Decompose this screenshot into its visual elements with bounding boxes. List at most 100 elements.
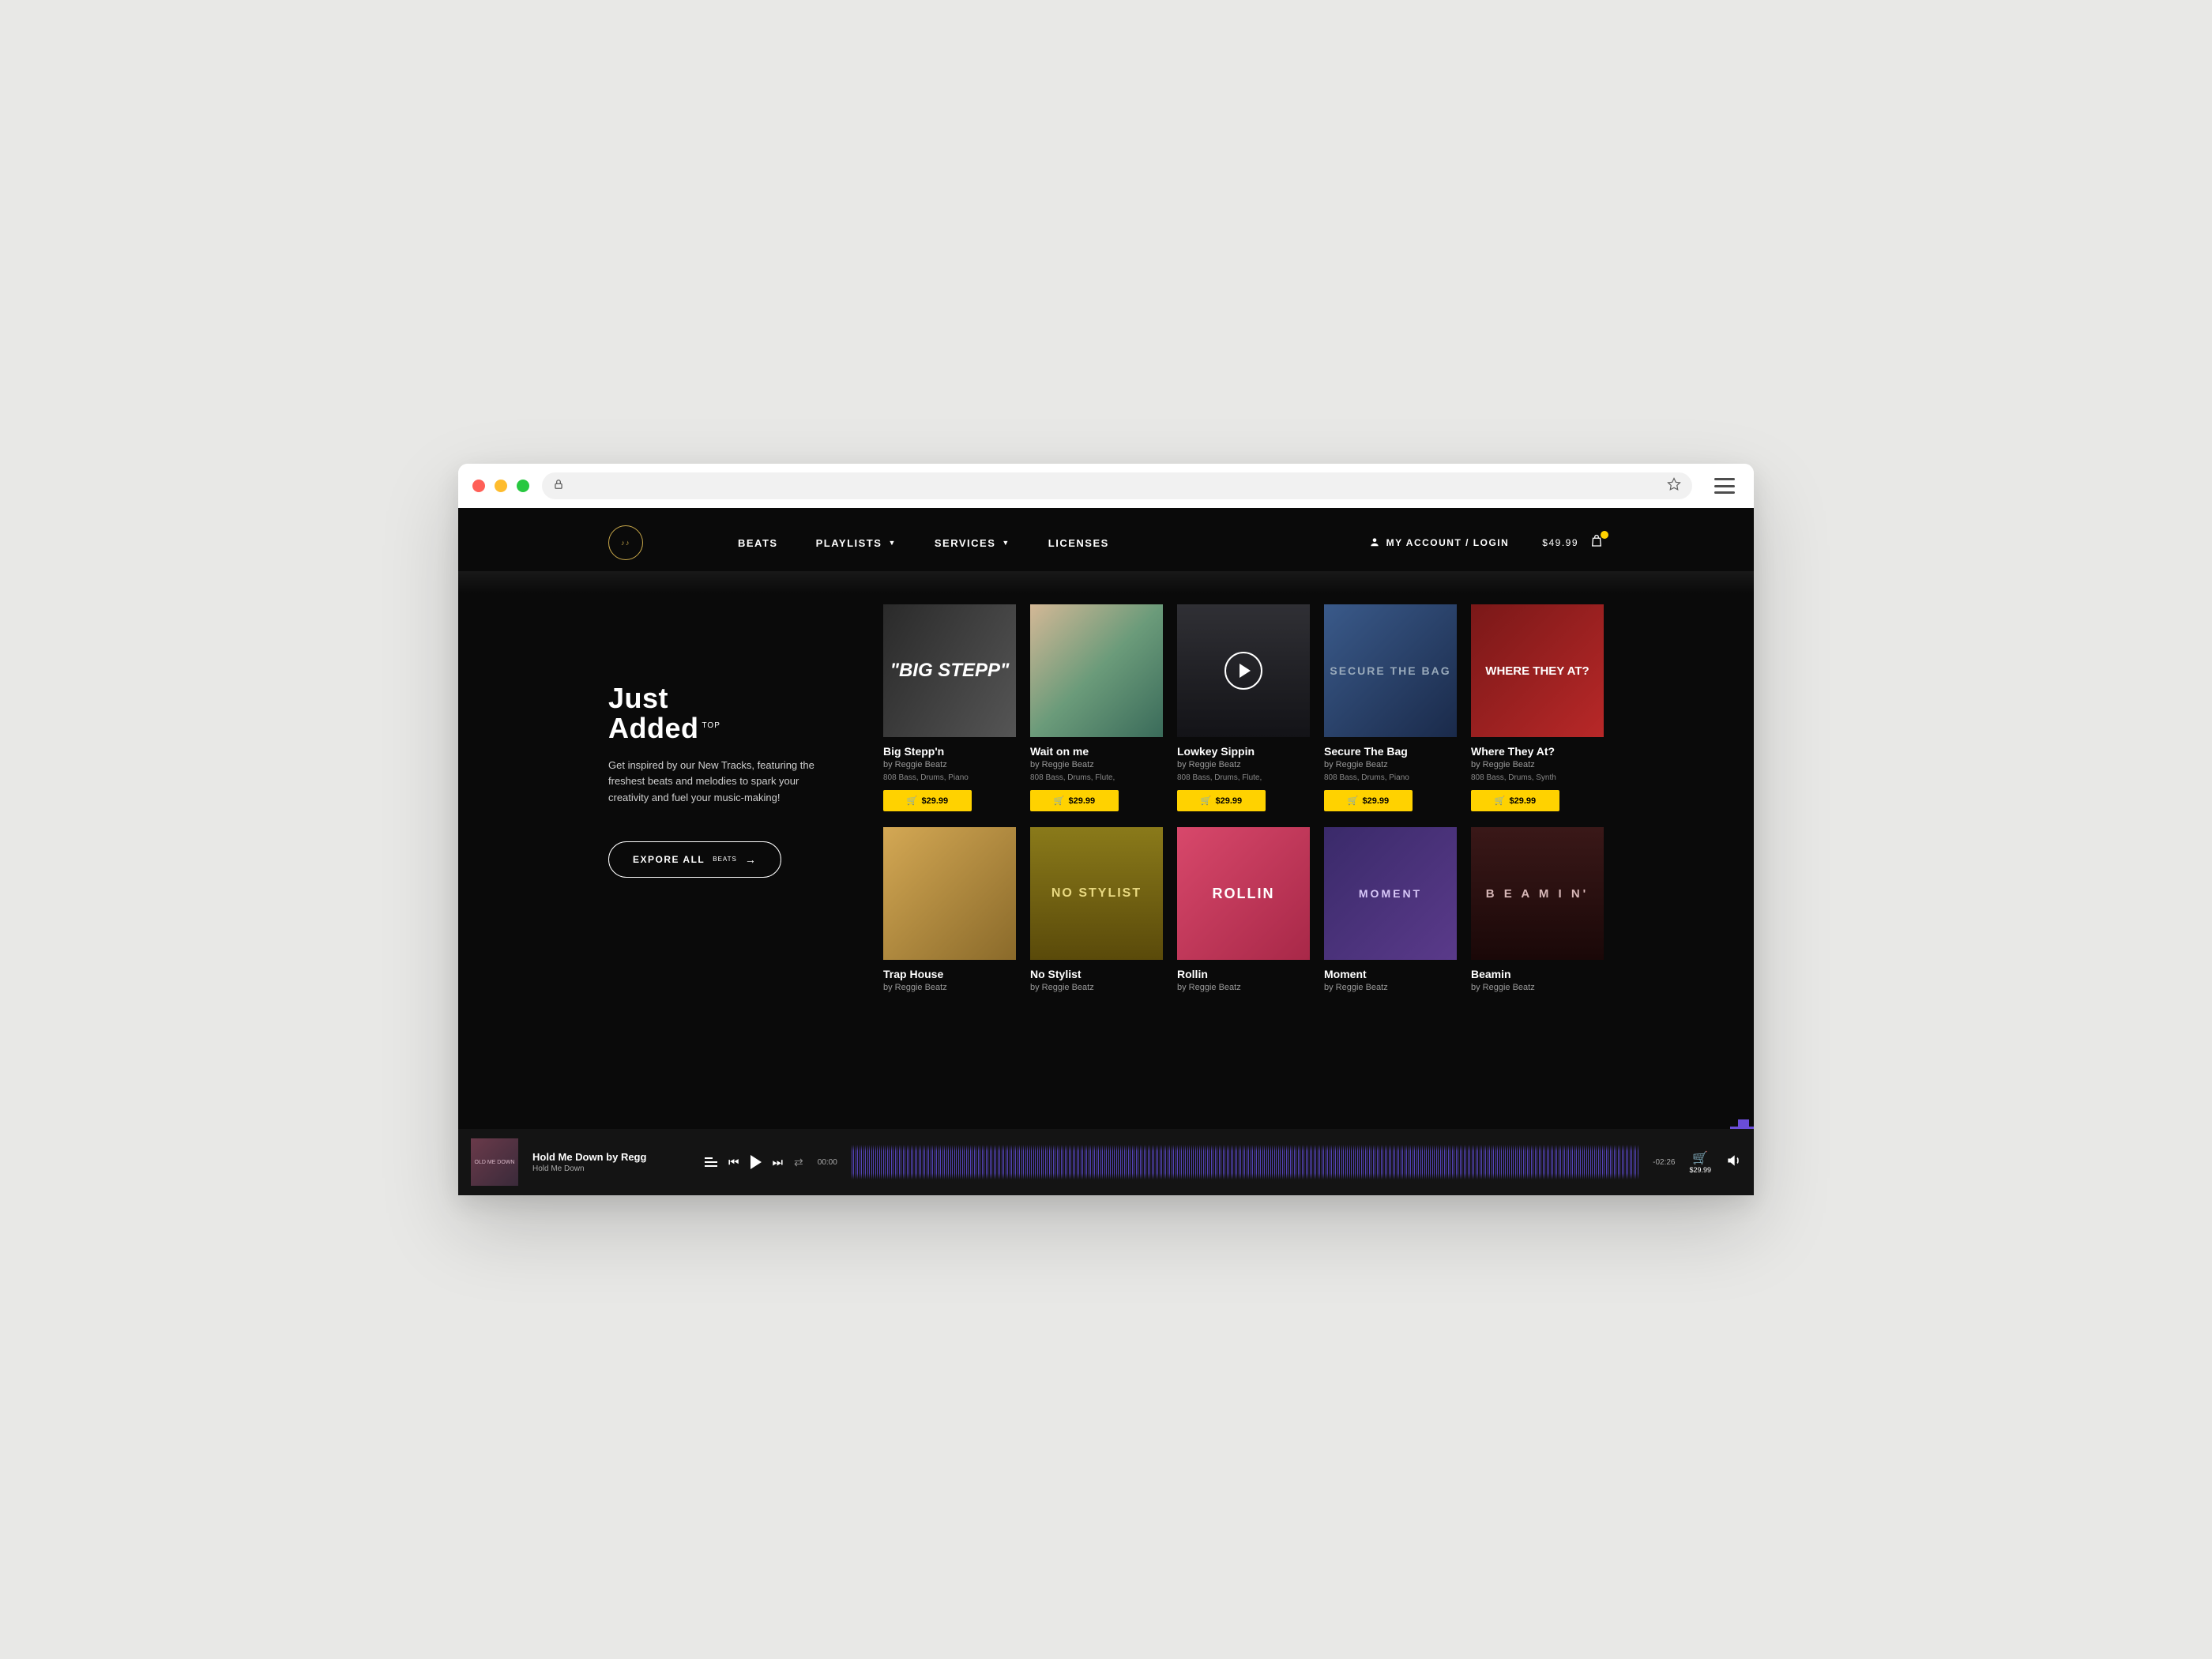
- player-track-info: Hold Me Down by Regg Hold Me Down: [532, 1151, 690, 1173]
- track-artist[interactable]: by Reggie Beatz: [883, 760, 1016, 769]
- logo[interactable]: ♪♪: [608, 525, 643, 560]
- track-artist[interactable]: by Reggie Beatz: [1324, 983, 1457, 992]
- track-artist[interactable]: by Reggie Beatz: [1030, 760, 1163, 769]
- player-right: 🛒 $29.99: [1689, 1150, 1741, 1174]
- track-artwork[interactable]: NO STYLIST: [1030, 827, 1163, 960]
- chevron-down-icon: ▼: [888, 539, 896, 547]
- next-track-icon[interactable]: ⏭: [773, 1156, 784, 1169]
- track-artist[interactable]: by Reggie Beatz: [1471, 760, 1604, 769]
- track-title[interactable]: Wait on me: [1030, 745, 1163, 758]
- track-title[interactable]: Lowkey Sippin: [1177, 745, 1310, 758]
- track-title[interactable]: Secure The Bag: [1324, 745, 1457, 758]
- track-card: MOMENT Moment by Reggie Beatz: [1324, 827, 1457, 992]
- site-content: ♪♪ BEATS PLAYLISTS▼ SERVICES ▼ LICENSES M…: [458, 508, 1754, 1195]
- price-label: $29.99: [1216, 796, 1243, 806]
- track-title[interactable]: Rollin: [1177, 968, 1310, 980]
- player-buy-button[interactable]: 🛒 $29.99: [1689, 1150, 1711, 1174]
- player-track-title: Hold Me Down by Regg: [532, 1151, 690, 1163]
- track-artwork[interactable]: MOMENT: [1324, 827, 1457, 960]
- cart-icon: 🛒: [907, 796, 918, 806]
- track-title[interactable]: Big Stepp'n: [883, 745, 1016, 758]
- queue-icon[interactable]: [705, 1157, 717, 1167]
- button-sublabel: BEATS: [713, 856, 737, 863]
- play-circle-icon: [1224, 652, 1262, 690]
- cart-icon: 🛒: [1348, 796, 1359, 806]
- track-artwork[interactable]: "BIG STEPP": [883, 604, 1016, 737]
- play-icon[interactable]: [750, 1155, 762, 1169]
- cover-text: "BIG STEPP": [890, 660, 1010, 682]
- buy-button[interactable]: 🛒 $29.99: [883, 790, 972, 811]
- buy-button[interactable]: 🛒 $29.99: [1177, 790, 1266, 811]
- track-title[interactable]: Beamin: [1471, 968, 1604, 980]
- cart-icon: 🛒: [1054, 796, 1065, 806]
- nav-label: SERVICES: [935, 537, 996, 549]
- shuffle-icon[interactable]: ⇄: [794, 1156, 803, 1169]
- player-price: $29.99: [1689, 1166, 1711, 1174]
- cart-area[interactable]: $49.99: [1542, 534, 1604, 552]
- track-title[interactable]: Where They At?: [1471, 745, 1604, 758]
- track-title[interactable]: No Stylist: [1030, 968, 1163, 980]
- minimize-window-icon[interactable]: [495, 480, 507, 492]
- player-artwork[interactable]: OLD ME DOWN: [471, 1138, 518, 1186]
- price-label: $29.99: [1363, 796, 1390, 806]
- track-card: "BIG STEPP"Big Stepp'nby Reggie Beatz808…: [883, 604, 1016, 811]
- url-bar[interactable]: [542, 472, 1692, 499]
- play-overlay[interactable]: [1177, 604, 1310, 737]
- window-controls: [472, 480, 529, 492]
- cart-badge: [1601, 531, 1608, 539]
- track-tags: 808 Bass, Drums, Flute,: [1030, 773, 1163, 782]
- chevron-down-icon: ▼: [1002, 539, 1010, 547]
- price-label: $29.99: [1510, 796, 1537, 806]
- cover-text: SECURE THE BAG: [1330, 664, 1450, 677]
- track-artwork[interactable]: B E A M I N': [1471, 827, 1604, 960]
- cart-icon: 🛒: [1692, 1150, 1708, 1166]
- explore-all-button[interactable]: EXPORE ALL BEATS →: [608, 841, 781, 878]
- previous-track-icon[interactable]: ⏮: [728, 1156, 739, 1169]
- track-artwork[interactable]: [1177, 604, 1310, 737]
- track-card: ROLLIN Rollin by Reggie Beatz: [1177, 827, 1310, 992]
- track-artwork[interactable]: WHERE THEY AT?: [1471, 604, 1604, 737]
- track-artwork[interactable]: [1030, 604, 1163, 737]
- track-card: B E A M I N' Beamin by Reggie Beatz: [1471, 827, 1604, 992]
- track-artist[interactable]: by Reggie Beatz: [1177, 983, 1310, 992]
- track-artist[interactable]: by Reggie Beatz: [1471, 983, 1604, 992]
- track-artwork[interactable]: [883, 827, 1016, 960]
- price-label: $29.99: [1069, 796, 1096, 806]
- cart-icon: 🛒: [1201, 796, 1212, 806]
- nav-services[interactable]: SERVICES ▼: [935, 537, 1010, 549]
- nav-playlists[interactable]: PLAYLISTS▼: [816, 537, 897, 549]
- track-card: Wait on me by Reggie Beatz 808 Bass, Drums…: [1030, 604, 1163, 811]
- close-window-icon[interactable]: [472, 480, 485, 492]
- buy-button[interactable]: 🛒 $29.99: [1030, 790, 1119, 811]
- track-title[interactable]: Trap House: [883, 968, 1016, 980]
- track-title[interactable]: Moment: [1324, 968, 1457, 980]
- track-card: SECURE THE BAG Secure The Bag by Reggie Be…: [1324, 604, 1457, 811]
- track-artwork[interactable]: ROLLIN: [1177, 827, 1310, 960]
- buy-button[interactable]: 🛒 $29.99: [1324, 790, 1413, 811]
- section-title: Just AddedTOP: [608, 683, 839, 743]
- nav-label: LICENSES: [1048, 537, 1109, 549]
- maximize-window-icon[interactable]: [517, 480, 529, 492]
- price-label: $29.99: [922, 796, 949, 806]
- buy-button[interactable]: 🛒$29.99: [1471, 790, 1559, 811]
- volume-icon[interactable]: [1725, 1153, 1741, 1172]
- nav-licenses[interactable]: LICENSES: [1048, 537, 1109, 549]
- button-label: EXPORE ALL: [633, 854, 705, 865]
- browser-menu-icon[interactable]: [1714, 478, 1735, 494]
- nav-beats[interactable]: BEATS: [738, 537, 778, 549]
- track-artist[interactable]: by Reggie Beatz: [883, 983, 1016, 992]
- track-grid: "BIG STEPP" Big Stepp'n by Reggie Beatz 808…: [883, 604, 1604, 992]
- cover-text: B E A M I N': [1486, 887, 1589, 901]
- cover-text: MOMENT: [1359, 887, 1422, 900]
- account-link[interactable]: MY ACCOUNT / LOGIN: [1369, 536, 1510, 550]
- track-artist[interactable]: by Reggie Beatz: [1177, 760, 1310, 769]
- bookmark-star-icon[interactable]: [1667, 477, 1681, 495]
- section-header: Just AddedTOP Get inspired by our New Tr…: [608, 604, 839, 992]
- track-artwork[interactable]: SECURE THE BAG: [1324, 604, 1457, 737]
- scroll-handle[interactable]: [1738, 1119, 1749, 1127]
- browser-window: ♪♪ BEATS PLAYLISTS▼ SERVICES ▼ LICENSES M…: [458, 464, 1754, 1195]
- track-artist[interactable]: by Reggie Beatz: [1324, 760, 1457, 769]
- track-artist[interactable]: by Reggie Beatz: [1030, 983, 1163, 992]
- section-description: Get inspired by our New Tracks, featurin…: [608, 758, 839, 807]
- waveform[interactable]: [852, 1145, 1638, 1179]
